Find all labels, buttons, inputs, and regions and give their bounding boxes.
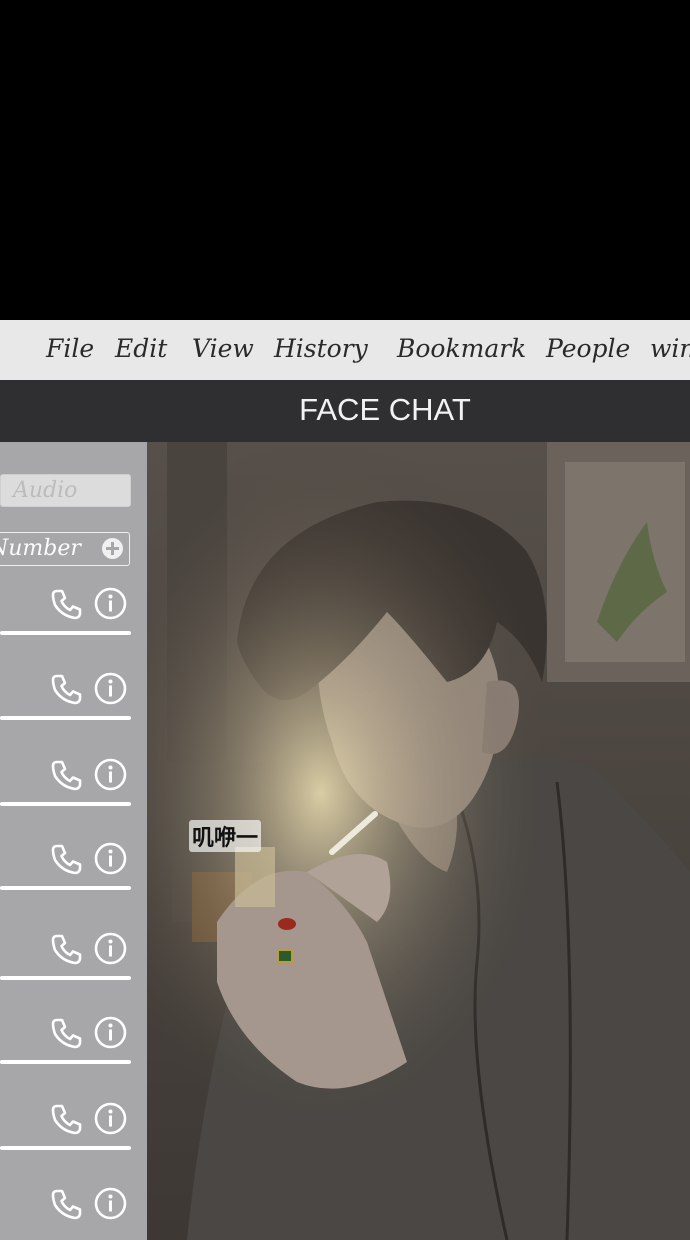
title-bar: FACE CHAT bbox=[0, 380, 690, 442]
video-feed: 叽咿一 bbox=[147, 442, 690, 1240]
contacts-sidebar: Audio Number bbox=[0, 442, 147, 1240]
info-icon[interactable] bbox=[94, 842, 127, 875]
phone-icon[interactable] bbox=[50, 1016, 84, 1050]
phone-icon[interactable] bbox=[50, 672, 84, 706]
contact-divider bbox=[0, 631, 131, 635]
contact-row[interactable] bbox=[0, 672, 147, 732]
contact-row[interactable] bbox=[0, 932, 147, 992]
info-icon[interactable] bbox=[94, 932, 127, 965]
phone-icon[interactable] bbox=[50, 1102, 84, 1136]
menu-file[interactable]: File bbox=[46, 334, 94, 363]
contact-divider bbox=[0, 1146, 131, 1150]
phone-icon[interactable] bbox=[50, 842, 84, 876]
phone-icon[interactable] bbox=[50, 1187, 84, 1221]
menu-people[interactable]: People bbox=[546, 334, 630, 363]
info-icon[interactable] bbox=[94, 587, 127, 620]
menu-history[interactable]: History bbox=[274, 334, 368, 363]
menu-edit[interactable]: Edit bbox=[115, 334, 167, 363]
contact-row[interactable] bbox=[0, 758, 147, 818]
menu-bookmark[interactable]: Bookmark bbox=[397, 334, 526, 363]
contact-row[interactable] bbox=[0, 842, 147, 902]
contact-divider bbox=[0, 886, 131, 890]
contact-divider bbox=[0, 802, 131, 806]
contact-divider bbox=[0, 1060, 131, 1064]
number-label: Number bbox=[0, 536, 81, 561]
add-number-button[interactable]: Number bbox=[0, 532, 130, 566]
audio-field[interactable]: Audio bbox=[0, 474, 131, 507]
menu-bar: File Edit View History Bookmark People w… bbox=[0, 320, 690, 380]
contact-divider bbox=[0, 976, 131, 980]
info-icon[interactable] bbox=[94, 1187, 127, 1220]
info-icon[interactable] bbox=[94, 672, 127, 705]
plus-icon[interactable] bbox=[102, 538, 123, 559]
phone-icon[interactable] bbox=[50, 587, 84, 621]
contact-row[interactable] bbox=[0, 1187, 147, 1240]
phone-icon[interactable] bbox=[50, 758, 84, 792]
top-black-area bbox=[0, 0, 690, 320]
menu-view[interactable]: View bbox=[192, 334, 254, 363]
info-icon[interactable] bbox=[94, 1016, 127, 1049]
sound-effect-caption: 叽咿一 bbox=[189, 820, 262, 852]
contact-row[interactable] bbox=[0, 1102, 147, 1162]
menu-window[interactable]: win bbox=[650, 334, 690, 363]
contact-divider bbox=[0, 716, 131, 720]
info-icon[interactable] bbox=[94, 1102, 127, 1135]
info-icon[interactable] bbox=[94, 758, 127, 791]
contact-row[interactable] bbox=[0, 1016, 147, 1076]
phone-icon[interactable] bbox=[50, 932, 84, 966]
window-title: FACE CHAT bbox=[299, 392, 471, 427]
contact-row[interactable] bbox=[0, 587, 147, 647]
